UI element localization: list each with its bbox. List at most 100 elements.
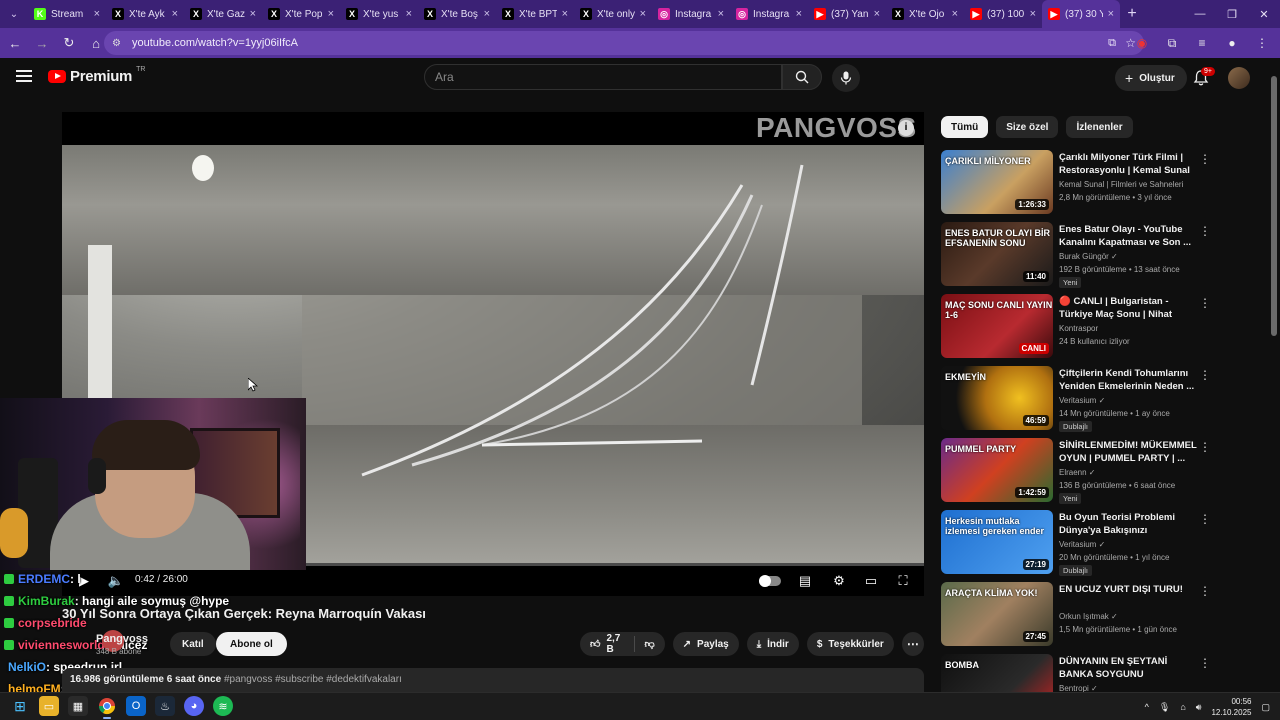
info-icon[interactable]: i [898,120,914,136]
recommended-video[interactable]: MAÇ SONU CANLI YAYIN 1-6 CANLI 🔴 CANLI | B… [941,294,1215,366]
recommended-video[interactable]: Herkesin mutlaka izlemesi gereken ender 2… [941,510,1215,582]
subscribe-button[interactable]: Abone ol [216,632,287,656]
fullscreen-icon[interactable]: ⛶ [892,570,914,592]
chrome-icon[interactable] [97,696,117,719]
video-thumbnail[interactable]: MAÇ SONU CANLI YAYIN 1-6 CANLI [941,294,1053,358]
tab-close-icon[interactable]: × [718,8,724,20]
channel-name[interactable]: Kemal Sunal | Filmleri ve Sahneleri [1059,180,1183,189]
more-options-icon[interactable]: ⋮ [1199,656,1211,670]
recommended-video[interactable]: EKMEYİN 46:59 Çiftçilerin Kendi Tohumların… [941,366,1215,438]
video-thumbnail[interactable]: ÇARIKLI MİLYONER 1:26:33 [941,150,1053,214]
more-options-icon[interactable]: ⋮ [1199,512,1211,526]
new-tab-button[interactable]: + [1120,5,1144,23]
recommended-video[interactable]: ARAÇTA KLİMA YOK! 27:45 EN UCUZ YURT DIŞI … [941,582,1215,654]
browser-tab[interactable]: X X'te BPT × [496,0,574,28]
thanks-button[interactable]: $ Teşekkürler [806,632,894,656]
tab-close-icon[interactable]: × [172,8,178,20]
dislike-button[interactable]: 👎︎ [634,632,664,656]
tab-close-icon[interactable]: × [484,8,490,20]
file-explorer-icon[interactable]: ▭ [39,696,59,716]
browser-tab[interactable]: ◎ Instagra × [730,0,808,28]
browser-tab[interactable]: X X'te Gaz × [184,0,262,28]
more-options-icon[interactable]: ⋮ [1199,296,1211,310]
filter-chip[interactable]: Tümü [941,116,989,138]
theater-mode-icon[interactable]: ▭ [860,570,882,592]
more-options-icon[interactable]: ⋮ [1199,584,1211,598]
tab-close-icon[interactable]: × [952,8,958,20]
outlook-icon[interactable]: O [126,696,146,716]
voice-search-button[interactable] [832,64,860,92]
subtitles-icon[interactable]: ▤ [794,570,816,592]
description-box[interactable]: 16.986 görüntüleme 6 saat önce #pangvoss… [62,668,924,692]
video-title[interactable]: Enes Batur Olayı - YouTube Kanalını Kapa… [1059,223,1197,249]
channel-name[interactable]: Kontraspor [1059,324,1098,333]
spotify-icon[interactable]: ≋ [213,696,233,716]
close-window-icon[interactable]: ✕ [1248,0,1280,28]
settings-gear-icon[interactable]: ⚙ [828,570,850,592]
video-title[interactable]: SİNİRLENMEDİM! MÜKEMMEL OYUN | PUMMEL PA… [1059,439,1197,465]
tab-search-icon[interactable]: ⌄ [0,0,28,28]
tray-mic-icon[interactable]: 🎙︎ [1159,702,1170,713]
browser-tab[interactable]: K Stream × [28,0,106,28]
download-button[interactable]: ⤓ İndir [746,632,799,656]
video-thumbnail[interactable]: ARAÇTA KLİMA YOK! 27:45 [941,582,1053,646]
filter-chip[interactable]: Size özel [996,116,1059,138]
tab-close-icon[interactable]: × [406,8,412,20]
browser-menu-icon[interactable]: ⋮ [1250,31,1274,55]
channel-name[interactable]: Pangvoss [96,633,148,645]
channel-name[interactable]: Veritasium ✓ [1059,540,1105,549]
forward-icon[interactable]: → [30,31,54,55]
browser-tab[interactable]: X X'te Boş × [418,0,496,28]
tab-close-icon[interactable]: × [562,8,568,20]
more-options-icon[interactable]: ⋮ [1199,440,1211,454]
system-clock[interactable]: 00:56 12.10.2025 [1211,696,1251,718]
channel-name[interactable]: Elraenn ✓ [1059,468,1096,477]
more-actions-icon[interactable]: ⋯ [901,632,924,656]
notification-center-icon[interactable]: ▢ [1261,702,1270,713]
page-scrollbar[interactable] [1270,62,1278,692]
create-button[interactable]: + Oluştur [1115,65,1187,91]
menu-icon[interactable] [16,70,32,82]
recommended-video[interactable]: ÇARIKLI MİLYONER 1:26:33 Çarıklı Milyoner … [941,150,1215,222]
scrollbar-thumb[interactable] [1271,76,1277,336]
more-options-icon[interactable]: ⋮ [1199,368,1211,382]
account-avatar[interactable] [1228,67,1250,89]
tab-close-icon[interactable]: × [94,8,100,20]
video-title[interactable]: EN UCUZ YURT DIŞI TURU! [1059,583,1197,596]
maximize-icon[interactable]: ❐ [1216,0,1248,28]
filter-chip[interactable]: İzlenenler [1066,116,1133,138]
video-title[interactable]: Çiftçilerin Kendi Tohumlarını Yeniden Ek… [1059,367,1197,393]
extensions-icon[interactable]: ⧉ [1160,31,1184,55]
browser-tab[interactable]: X X'te yus × [340,0,418,28]
site-info-icon[interactable]: ⚙ [112,38,126,49]
hashtags[interactable]: #pangvoss #subscribe #dedektifvakaları [224,674,402,685]
tab-close-icon[interactable]: × [1030,8,1036,20]
store-icon[interactable]: ▦ [68,696,88,716]
share-button[interactable]: ↗ Paylaş [672,632,739,656]
video-title[interactable]: DÜNYANIN EN ŞEYTANİ BANKA SOYGUNU [1059,655,1197,681]
browser-tab[interactable]: X X'te Pop × [262,0,340,28]
profile-icon[interactable]: ● [1220,31,1244,55]
video-thumbnail[interactable]: ENES BATUR OLAYI BİR EFSANENİN SONU 11:40 [941,222,1053,286]
search-button[interactable] [782,64,822,90]
tab-close-icon[interactable]: × [1108,8,1114,20]
address-bar[interactable]: ⚙ youtube.com/watch?v=1yyj06iIfcA ⧉ ☆ [104,31,1144,55]
more-options-icon[interactable]: ⋮ [1199,224,1211,238]
tab-close-icon[interactable]: × [874,8,880,20]
autoplay-toggle[interactable] [758,570,782,592]
tray-expand-icon[interactable]: ^ [1145,702,1149,712]
tab-close-icon[interactable]: × [250,8,256,20]
join-button[interactable]: Katıl [170,632,216,656]
browser-tab[interactable]: X X'te Ojo × [886,0,964,28]
search-input[interactable]: Ara [424,64,782,90]
volume-tray-icon[interactable]: 🔊︎ [1196,702,1202,713]
video-title[interactable]: 🔴 CANLI | Bulgaristan - Türkiye Maç Sonu… [1059,295,1197,322]
back-icon[interactable]: ← [3,31,27,55]
recommended-video[interactable]: ENES BATUR OLAYI BİR EFSANENİN SONU 11:40… [941,222,1215,294]
tab-close-icon[interactable]: × [328,8,334,20]
more-options-icon[interactable]: ⋮ [1199,152,1211,166]
channel-name[interactable]: Burak Güngör ✓ [1059,252,1118,261]
video-thumbnail[interactable]: PUMMEL PARTY 1:42:59 [941,438,1053,502]
discord-icon[interactable]: ◕ [184,696,204,716]
recommended-video[interactable]: PUMMEL PARTY 1:42:59 SİNİRLENMEDİM! MÜKEMM… [941,438,1215,510]
